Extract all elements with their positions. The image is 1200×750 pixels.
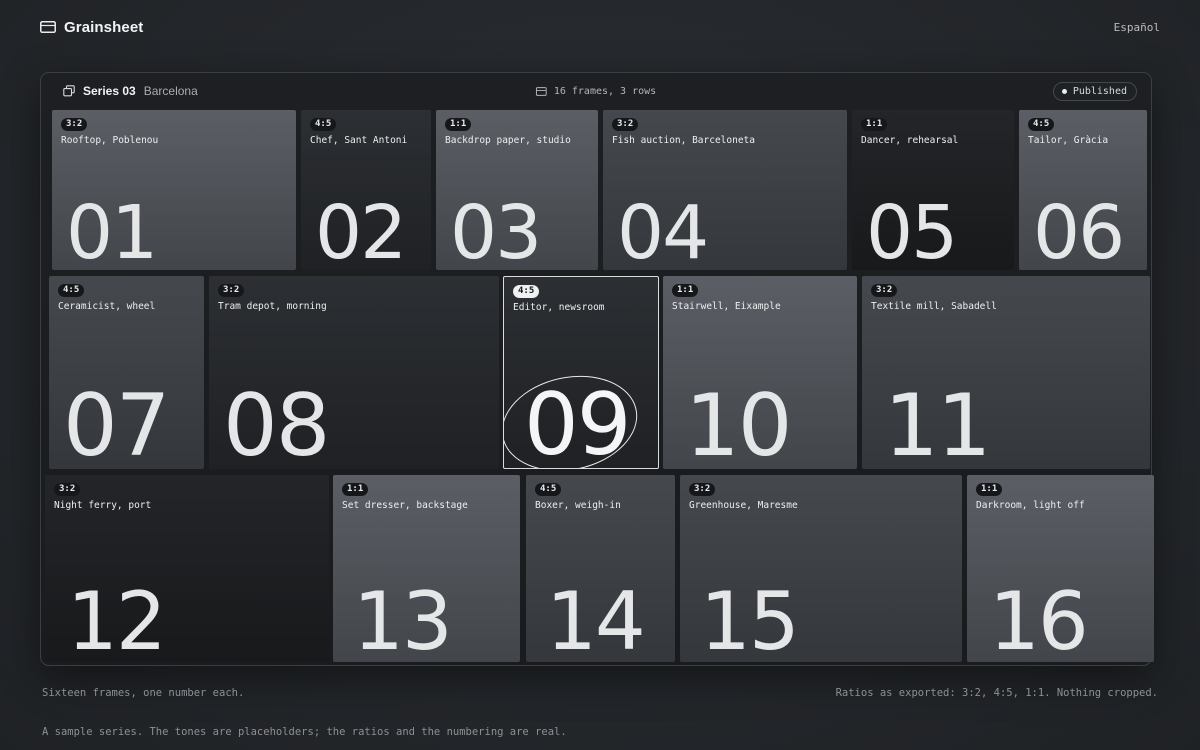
frame-07[interactable]: 4:5 Ceramicist, wheel 07 — [49, 276, 204, 469]
frame-caption: Fish auction, Barceloneta — [612, 135, 755, 146]
ratio-badge: 3:2 — [871, 284, 898, 297]
ratio-badge: 1:1 — [342, 483, 369, 496]
footer-note: A sample series. The tones are placehold… — [42, 726, 567, 738]
frame-number: 16 — [989, 575, 1089, 662]
frame-13[interactable]: 1:1 Set dresser, backstage 13 — [333, 475, 520, 662]
frame-number: 13 — [353, 575, 453, 662]
ratio-badge: 3:2 — [612, 118, 639, 131]
frame-08[interactable]: 3:2 Tram depot, morning 08 — [209, 276, 499, 469]
ratio-badge: 4:5 — [1028, 118, 1055, 131]
ratio-badge: 4:5 — [513, 285, 540, 298]
frame-caption: Rooftop, Poblenou — [61, 135, 159, 146]
frame-05[interactable]: 1:1 Dancer, rehearsal 05 — [852, 110, 1014, 270]
ratio-badge: 1:1 — [976, 483, 1003, 496]
ratio-badge: 1:1 — [445, 118, 472, 131]
frame-caption: Backdrop paper, studio — [445, 135, 571, 146]
brand-name: Grainsheet — [64, 18, 144, 36]
sheet-meta: 16 frames, 3 rows — [535, 85, 657, 97]
stack-icon — [63, 85, 75, 97]
frame-number: 05 — [866, 190, 958, 270]
brand[interactable]: Grainsheet — [40, 19, 143, 36]
frame-caption: Set dresser, backstage — [342, 500, 468, 511]
frame-caption: Boxer, weigh-in — [535, 500, 621, 511]
frame-number: 10 — [685, 376, 792, 469]
frame-03[interactable]: 1:1 Backdrop paper, studio 03 — [436, 110, 598, 270]
frame-caption: Ceramicist, wheel — [58, 301, 156, 312]
frame-caption: Greenhouse, Maresme — [689, 500, 798, 511]
frame-number: 15 — [700, 575, 800, 662]
frame-icon — [40, 21, 56, 33]
status-label: Published — [1072, 85, 1127, 97]
frame-10[interactable]: 1:1 Stairwell, Eixample 10 — [663, 276, 857, 469]
top-bar: Grainsheet Español — [40, 16, 1160, 38]
frame-number: 07 — [63, 376, 170, 469]
ratio-badge: 4:5 — [310, 118, 337, 131]
frame-number: 03 — [450, 190, 542, 270]
footer-left: Sixteen frames, one number each. — [42, 687, 245, 699]
frame-count: 16 frames, 3 rows — [553, 85, 657, 97]
series-label: Series 03 — [83, 84, 136, 98]
series-heading: Series 03 Barcelona — [63, 84, 198, 98]
frame-caption: Chef, Sant Antoni — [310, 135, 408, 146]
frame-number: 04 — [617, 190, 709, 270]
frame-caption: Editor, newsroom — [513, 302, 605, 313]
ratio-badge: 1:1 — [861, 118, 888, 131]
frame-number: 12 — [67, 575, 167, 662]
ratio-badge: 1:1 — [672, 284, 699, 297]
frame-14[interactable]: 4:5 Boxer, weigh-in 14 — [526, 475, 675, 662]
frame-12[interactable]: 3:2 Night ferry, port 12 — [45, 475, 329, 662]
frame-number: 11 — [884, 376, 991, 469]
frame-number: 14 — [546, 575, 646, 662]
status-badge[interactable]: Published — [1052, 81, 1137, 101]
frame-15[interactable]: 3:2 Greenhouse, Maresme 15 — [680, 475, 962, 662]
ratio-badge: 3:2 — [54, 483, 81, 496]
ratio-badge: 3:2 — [218, 284, 245, 297]
frame-06[interactable]: 4:5 Tailor, Gràcia 06 — [1019, 110, 1147, 270]
frame-01[interactable]: 3:2 Rooftop, Poblenou 01 — [52, 110, 296, 270]
frame-04[interactable]: 3:2 Fish auction, Barceloneta 04 — [603, 110, 847, 270]
frame-02[interactable]: 4:5 Chef, Sant Antoni 02 — [301, 110, 431, 270]
frame-16[interactable]: 1:1 Darkroom, light off 16 — [967, 475, 1154, 662]
frame-caption: Darkroom, light off — [976, 500, 1085, 511]
frame-caption: Tram depot, morning — [218, 301, 327, 312]
frame-09[interactable]: 4:5 Editor, newsroom 09 — [503, 276, 659, 469]
series-city: Barcelona — [143, 84, 198, 98]
footer-right: Ratios as exported: 3:2, 4:5, 1:1. Nothi… — [835, 687, 1158, 699]
ratio-badge: 4:5 — [535, 483, 562, 496]
frame-caption: Textile mill, Sabadell — [871, 301, 997, 312]
sheet-header: Series 03 Barcelona 16 frames, 3 rows Pu… — [41, 73, 1151, 109]
frame-number: 01 — [66, 190, 158, 270]
frame-caption: Tailor, Gràcia — [1028, 135, 1109, 146]
frame-caption: Stairwell, Eixample — [672, 301, 781, 312]
contact-sheet: Series 03 Barcelona 16 frames, 3 rows Pu… — [40, 72, 1154, 666]
language-switch[interactable]: Español — [1114, 21, 1160, 34]
ratio-badge: 3:2 — [61, 118, 88, 131]
ratio-badge: 3:2 — [689, 483, 716, 496]
frame-number: 08 — [223, 376, 330, 469]
ratio-badge: 4:5 — [58, 284, 85, 297]
frame-number: 06 — [1033, 190, 1125, 270]
dot-icon — [1061, 88, 1067, 94]
frame-caption: Dancer, rehearsal — [861, 135, 959, 146]
frame-caption: Night ferry, port — [54, 500, 152, 511]
frame-11[interactable]: 3:2 Textile mill, Sabadell 11 — [862, 276, 1150, 469]
frame-number: 02 — [315, 190, 407, 270]
frame-icon — [535, 86, 547, 96]
